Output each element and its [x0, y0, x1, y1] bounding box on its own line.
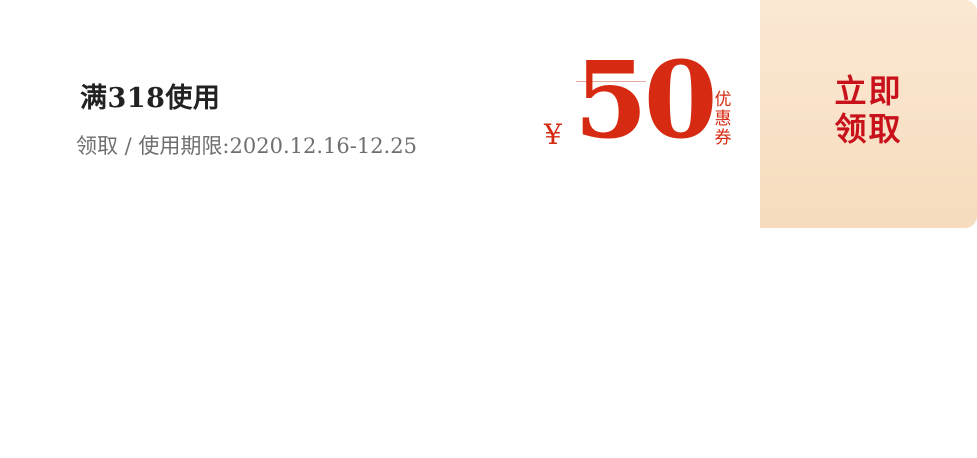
currency-symbol: ¥: [544, 118, 562, 151]
claim-now-label: 立即 领取: [760, 72, 977, 148]
claim-now-button[interactable]: 立即 领取: [760, 0, 977, 228]
coupon-condition: 满318使用: [80, 83, 221, 114]
coupon-amount-block: ¥ 50 优惠券: [544, 47, 744, 165]
page: 满318使用 领取 / 使用期限:2020.12.16-12.25 ¥ 50 优…: [0, 0, 977, 458]
coupon-label: 优惠券: [714, 90, 732, 148]
coupon-validity: 领取 / 使用期限:2020.12.16-12.25: [76, 134, 417, 158]
claim-now-label-line1: 立即: [834, 72, 903, 110]
coupon-card: 满318使用 领取 / 使用期限:2020.12.16-12.25 ¥ 50 优…: [0, 0, 977, 228]
claim-now-label-line2: 领取: [834, 110, 903, 148]
coupon-amount: 50: [574, 37, 718, 162]
